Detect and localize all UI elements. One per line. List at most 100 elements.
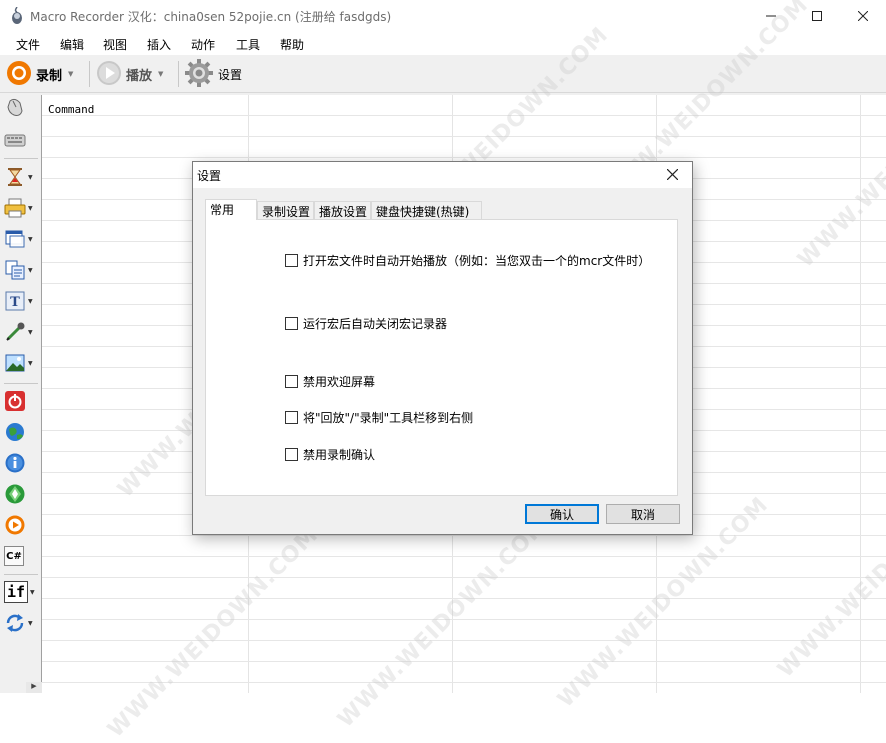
insert-loop-button[interactable]: ▼	[4, 610, 40, 636]
play-dropdown-arrow[interactable]: ▼	[158, 70, 163, 78]
close-button[interactable]	[840, 0, 886, 31]
disable-record-confirm-option[interactable]: 禁用录制确认	[285, 446, 375, 463]
play-icon	[4, 514, 26, 536]
menu-bar: 文件 编辑 视图 插入 动作 工具 帮助	[0, 31, 886, 55]
menu-tools[interactable]: 工具	[236, 36, 260, 53]
dropdown-arrow[interactable]: ▼	[28, 236, 33, 243]
toolbar-separator	[178, 61, 179, 87]
title-bar: Macro Recorder 汉化：china0sen 52pojie.cn (…	[0, 0, 886, 31]
left-toolbar-separator	[4, 383, 38, 384]
play-icon	[96, 60, 122, 89]
dropdown-arrow[interactable]: ▼	[28, 329, 33, 336]
globe-icon	[4, 421, 26, 443]
play-label: 播放	[126, 68, 153, 84]
autoclose-label: 运行宏后自动关闭宏记录器	[303, 317, 448, 331]
menu-view[interactable]: 视图	[103, 36, 127, 53]
dialog-close-icon[interactable]	[666, 165, 679, 184]
insert-web-button[interactable]	[4, 419, 40, 445]
dropdown-arrow[interactable]: ▼	[30, 589, 35, 596]
menu-file[interactable]: 文件	[16, 36, 40, 53]
dropdown-arrow[interactable]: ▼	[28, 267, 33, 274]
insert-mouse-button[interactable]	[4, 95, 40, 121]
autoplay-label: 打开宏文件时自动开始播放（例如：当您双击一个的mcr文件时）	[303, 254, 651, 268]
scroll-right-arrow[interactable]: ▶	[26, 682, 42, 693]
gear-icon	[184, 58, 214, 91]
left-toolbar-separator	[4, 574, 38, 575]
menu-edit[interactable]: 编辑	[60, 36, 84, 53]
insert-delay-button[interactable]: ▼	[4, 164, 40, 190]
insert-image-button[interactable]: ▼	[4, 350, 40, 376]
mouse-icon	[4, 97, 26, 119]
app-window: Macro Recorder 汉化：china0sen 52pojie.cn (…	[0, 0, 886, 743]
insert-message-button[interactable]	[4, 450, 40, 476]
settings-button[interactable]: 设置	[184, 58, 243, 91]
autoclose-checkbox[interactable]	[285, 317, 298, 330]
insert-if-button[interactable]: if ▼	[4, 579, 40, 605]
copy-icon	[4, 259, 26, 281]
pipette-icon	[4, 321, 26, 343]
main-toolbar: 录制 ▼ 播放 ▼ 设置	[0, 55, 886, 93]
command-column-header: Command	[48, 103, 95, 116]
play-button[interactable]: 播放 ▼	[96, 59, 163, 89]
disable-record-confirm-checkbox[interactable]	[285, 448, 298, 461]
run-icon	[4, 483, 26, 505]
toolbar-separator	[89, 61, 90, 87]
tab-hotkeys[interactable]: 键盘快捷键(热键)	[371, 201, 482, 220]
menu-action[interactable]: 动作	[191, 36, 215, 53]
record-icon	[6, 60, 32, 89]
disable-welcome-label: 禁用欢迎屏幕	[303, 375, 376, 389]
left-toolbar: ▼ ▼ ▼ ▼ T ▼ ▼ ▼ C# if ▼ ▼	[0, 93, 41, 693]
dialog-title-bar: 设置	[193, 162, 692, 188]
record-label: 录制	[36, 68, 63, 84]
image-icon	[4, 352, 26, 374]
printer-icon	[4, 197, 26, 219]
tab-record-settings[interactable]: 录制设置	[257, 201, 314, 220]
dropdown-arrow[interactable]: ▼	[28, 205, 33, 212]
insert-csharp-button[interactable]: C#	[4, 543, 40, 569]
tab-playback-settings[interactable]: 播放设置	[314, 201, 371, 220]
settings-dialog: 设置 常用 录制设置 播放设置 键盘快捷键(热键) 打开宏文件时自动开始播放（例…	[192, 161, 693, 535]
cancel-button[interactable]: 取消	[606, 504, 680, 524]
record-dropdown-arrow[interactable]: ▼	[68, 70, 73, 78]
insert-print-button[interactable]: ▼	[4, 195, 40, 221]
menu-insert[interactable]: 插入	[147, 36, 171, 53]
insert-macro-button[interactable]	[4, 512, 40, 538]
window-icon	[4, 228, 26, 250]
toolbar-right-option[interactable]: 将"回放"/"录制"工具栏移到右侧	[285, 409, 473, 426]
info-icon	[4, 452, 26, 474]
maximize-button[interactable]	[794, 0, 840, 31]
insert-text-button[interactable]: T ▼	[4, 288, 40, 314]
insert-window-button[interactable]: ▼	[4, 226, 40, 252]
dropdown-arrow[interactable]: ▼	[28, 620, 33, 627]
toolbar-right-checkbox[interactable]	[285, 411, 298, 424]
app-icon	[9, 6, 25, 25]
keyboard-icon	[4, 129, 26, 151]
dialog-title: 设置	[197, 169, 222, 183]
window-title: Macro Recorder 汉化：china0sen 52pojie.cn (…	[30, 10, 392, 24]
insert-run-button[interactable]	[4, 481, 40, 507]
insert-shutdown-button[interactable]	[4, 388, 40, 414]
settings-label: 设置	[218, 67, 243, 82]
ok-button[interactable]: 确认	[525, 504, 599, 524]
general-tab-panel: 打开宏文件时自动开始播放（例如：当您双击一个的mcr文件时） 运行宏后自动关闭宏…	[205, 219, 678, 496]
autoplay-option[interactable]: 打开宏文件时自动开始播放（例如：当您双击一个的mcr文件时）	[285, 252, 650, 269]
minimize-button[interactable]	[748, 0, 794, 31]
autoclose-option[interactable]: 运行宏后自动关闭宏记录器	[285, 315, 447, 332]
menu-help[interactable]: 帮助	[280, 36, 304, 53]
left-toolbar-separator	[4, 158, 38, 159]
dropdown-arrow[interactable]: ▼	[28, 298, 33, 305]
text-icon: T	[4, 290, 26, 312]
record-button[interactable]: 录制 ▼	[6, 59, 73, 89]
tab-general[interactable]: 常用	[205, 199, 257, 220]
hourglass-icon	[4, 166, 26, 188]
insert-color-button[interactable]: ▼	[4, 319, 40, 345]
power-icon	[4, 390, 26, 412]
autoplay-checkbox[interactable]	[285, 254, 298, 267]
disable-welcome-checkbox[interactable]	[285, 375, 298, 388]
insert-clipboard-button[interactable]: ▼	[4, 257, 40, 283]
dropdown-arrow[interactable]: ▼	[28, 174, 33, 181]
insert-keyboard-button[interactable]	[4, 127, 40, 153]
loop-icon	[4, 612, 26, 634]
dropdown-arrow[interactable]: ▼	[28, 360, 33, 367]
disable-welcome-option[interactable]: 禁用欢迎屏幕	[285, 373, 375, 390]
